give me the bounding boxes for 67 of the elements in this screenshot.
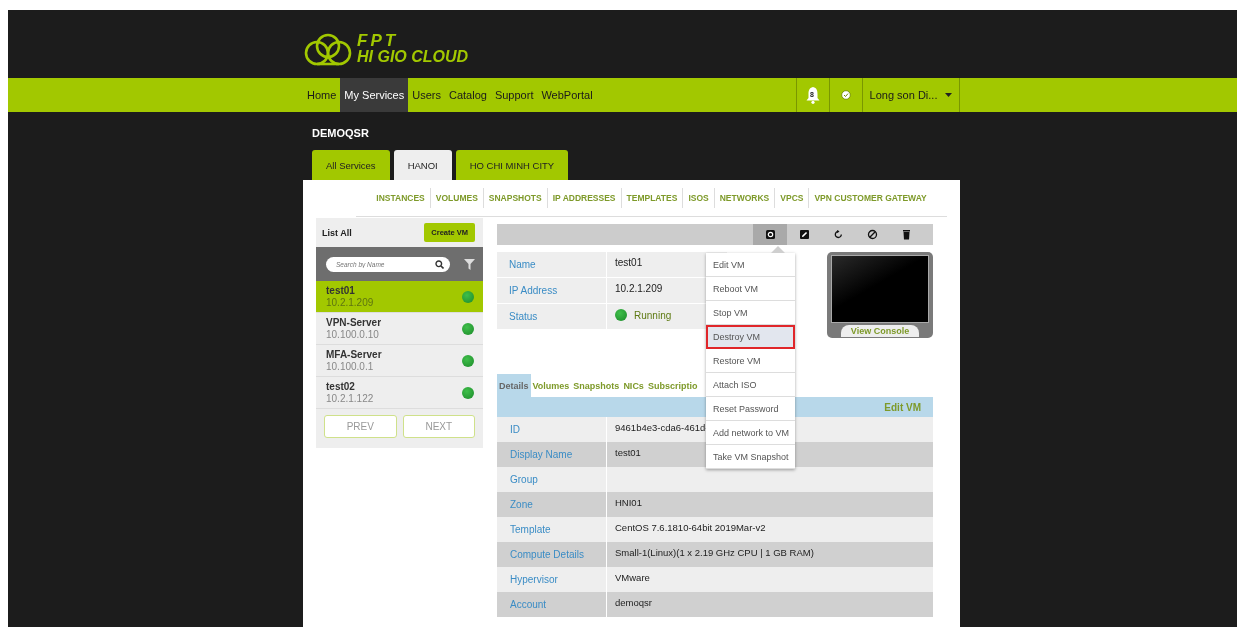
field-label: Name (497, 252, 607, 277)
vm-ip: 10.100.0.10 (326, 329, 380, 340)
detail-value: CentOS 7.6.1810-64bit 2019Mar-v2 (615, 522, 766, 533)
detail-value: HNI01 (615, 497, 642, 508)
detail-value: Small-1(Linux)(1 x 2.19 GHz CPU | 1 GB RAM) (615, 547, 814, 558)
vm-name: MFA-Server (326, 349, 382, 360)
menu-item[interactable]: Take VM Snapshot (706, 445, 795, 469)
vm-name: test01 (326, 285, 356, 296)
caret-icon (945, 93, 953, 97)
vm-list-item[interactable]: test01 10.2.1.209 (316, 281, 483, 313)
status-dot-icon (462, 322, 474, 335)
field-label: IP Address (497, 278, 607, 303)
user-menu[interactable]: Long son Di... (862, 78, 960, 112)
menu-pointer-icon (771, 246, 785, 253)
vm-name: VPN-Server (326, 317, 382, 328)
menu-item[interactable]: Destroy VM (706, 325, 795, 349)
logo-text: FPT (357, 31, 400, 49)
settings-icon (764, 229, 776, 240)
field-label: Status (497, 304, 607, 329)
detail-label: Account (497, 592, 607, 617)
status-dot-icon (462, 354, 474, 367)
menu-item[interactable]: Add network to VM (706, 421, 795, 445)
detail-value: VMware (615, 572, 650, 583)
nav-link[interactable]: Users (408, 78, 445, 112)
detail-tab[interactable]: Details (497, 374, 531, 397)
account-title: DEMOQSR (312, 127, 370, 141)
vm-list-item[interactable]: VPN-Server 10.100.0.10 (316, 313, 483, 345)
nav-link[interactable]: Catalog (445, 78, 491, 112)
filter-icon[interactable] (464, 258, 475, 270)
menu-item[interactable]: Reset Password (706, 397, 795, 421)
nav-link[interactable]: Support (490, 78, 538, 112)
zone-tab[interactable]: HANOI (393, 150, 452, 180)
nav-link[interactable]: My Services (340, 78, 409, 112)
detail-value: 9461b4e3-cda6-461d- (615, 422, 709, 433)
list-title: List All (322, 227, 352, 238)
zone-tab[interactable]: All Services (312, 150, 390, 180)
vm-ip: 10.2.1.209 (326, 297, 374, 308)
field-value: test01 (615, 257, 643, 268)
toolbar-button[interactable] (753, 224, 787, 245)
menu-item[interactable]: Restore VM (706, 349, 795, 373)
search-icon (435, 259, 444, 269)
status-dot-icon (615, 309, 627, 321)
menu-item[interactable]: Attach ISO (706, 373, 795, 397)
status-dot-icon (462, 386, 474, 399)
detail-value: test01 (615, 447, 641, 458)
check-circle-icon (841, 90, 851, 100)
nav-link[interactable]: WebPortal (537, 78, 597, 112)
detail-value: demoqsr (615, 597, 652, 608)
trash-icon (900, 229, 912, 240)
field-value: 10.2.1.209 (615, 283, 663, 294)
status-dot-icon (462, 290, 474, 303)
nav-link[interactable]: Home (303, 78, 341, 112)
zone-tab[interactable]: HO CHI MINH CITY (455, 150, 569, 180)
logo-text: HI GIO CLOUD (357, 48, 469, 65)
vm-list-item[interactable]: test02 10.2.1.122 (316, 377, 483, 409)
refresh-icon (832, 229, 844, 240)
menu-item[interactable]: Reboot VM (706, 277, 795, 301)
vm-ip: 10.2.1.122 (326, 393, 374, 404)
block-icon (866, 229, 878, 240)
vm-list-item[interactable]: MFA-Server 10.100.0.1 (316, 345, 483, 377)
menu-item[interactable]: Edit VM (706, 253, 795, 277)
vm-ip: 10.100.0.1 (326, 361, 375, 372)
status-text: Running (634, 309, 672, 321)
edit-icon (798, 229, 810, 240)
vm-name: test02 (326, 381, 356, 392)
bell-icon (805, 86, 821, 104)
user-name: Long son Di... (869, 89, 938, 101)
